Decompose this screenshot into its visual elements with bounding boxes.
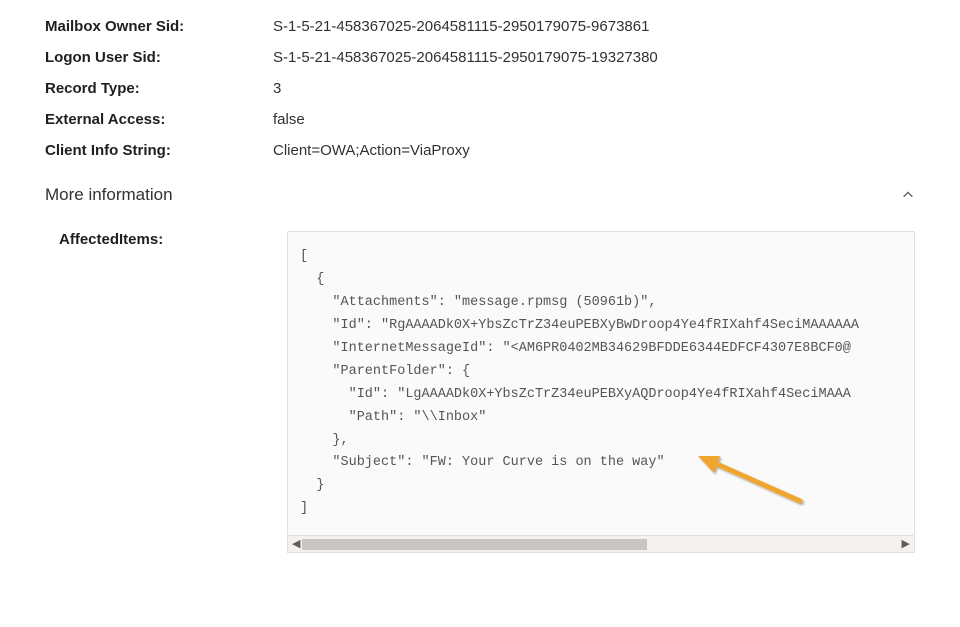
field-value: 3 <box>273 80 281 97</box>
scroll-right-icon[interactable]: ▶ <box>902 539 910 550</box>
horizontal-scrollbar[interactable]: ◀ ▶ <box>287 536 915 553</box>
field-value: Client=OWA;Action=ViaProxy <box>273 142 470 159</box>
field-logon-user-sid: Logon User Sid: S-1-5-21-458367025-20645… <box>45 49 915 66</box>
field-label: Mailbox Owner Sid: <box>45 18 273 35</box>
field-client-info-string: Client Info String: Client=OWA;Action=Vi… <box>45 142 915 159</box>
field-value: false <box>273 111 305 128</box>
affected-items-code: [ { "Attachments": "message.rpmsg (50961… <box>287 231 915 536</box>
field-label: Record Type: <box>45 80 273 97</box>
field-label: External Access: <box>45 111 273 128</box>
affected-items-row: AffectedItems: [ { "Attachments": "messa… <box>45 231 915 553</box>
field-value: S-1-5-21-458367025-2064581115-2950179075… <box>273 49 658 66</box>
section-title: More information <box>45 185 173 205</box>
field-record-type: Record Type: 3 <box>45 80 915 97</box>
more-information-toggle[interactable]: More information <box>45 185 915 205</box>
chevron-up-icon <box>901 188 915 202</box>
field-mailbox-owner-sid: Mailbox Owner Sid: S-1-5-21-458367025-20… <box>45 18 915 35</box>
scroll-left-icon[interactable]: ◀ <box>292 539 300 550</box>
field-label: Client Info String: <box>45 142 273 159</box>
field-label: Logon User Sid: <box>45 49 273 66</box>
code-container: [ { "Attachments": "message.rpmsg (50961… <box>287 231 915 553</box>
details-fields: Mailbox Owner Sid: S-1-5-21-458367025-20… <box>45 18 915 159</box>
field-value: S-1-5-21-458367025-2064581115-2950179075… <box>273 18 649 35</box>
scrollbar-thumb[interactable] <box>302 539 647 550</box>
affected-items-label: AffectedItems: <box>45 231 287 248</box>
field-external-access: External Access: false <box>45 111 915 128</box>
